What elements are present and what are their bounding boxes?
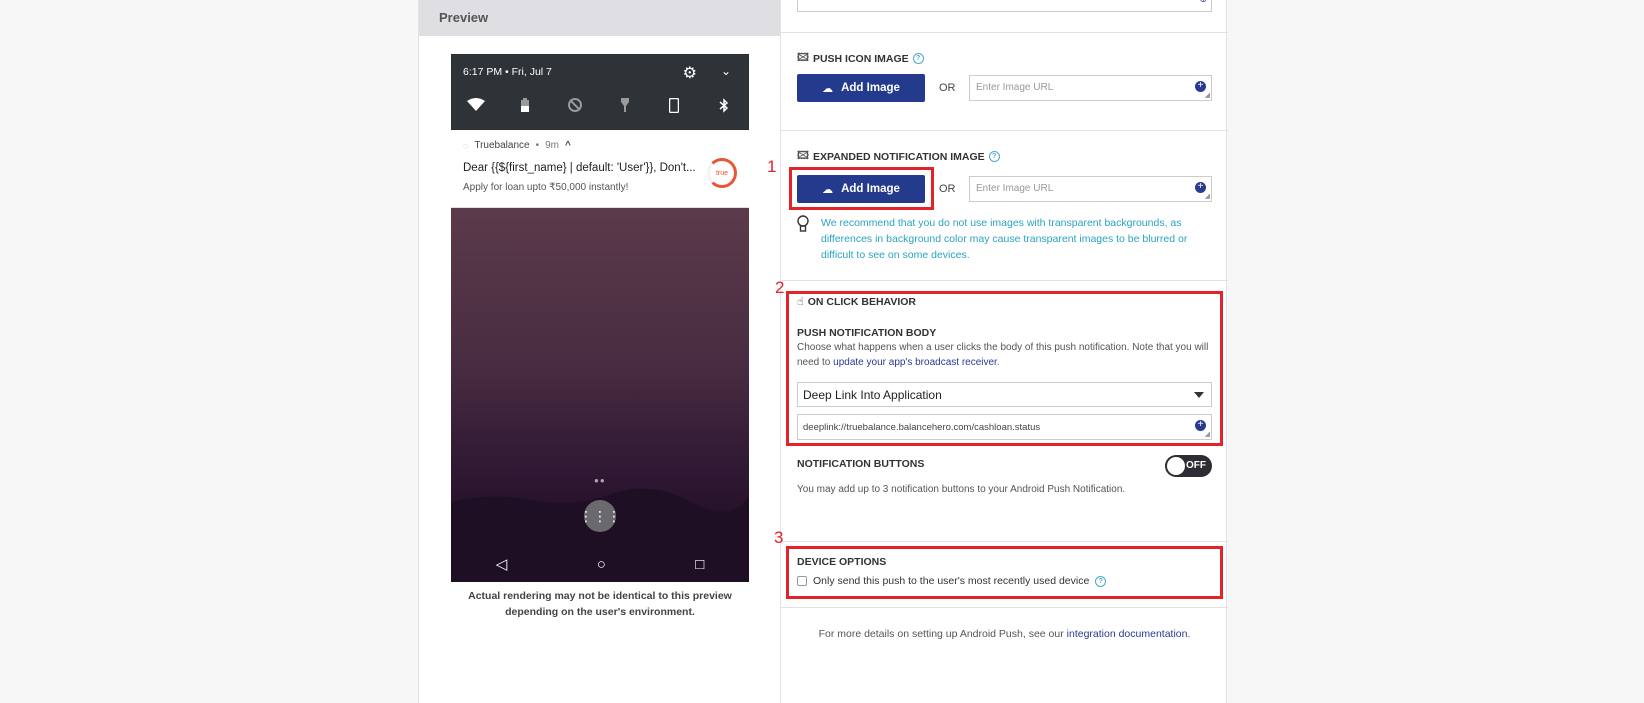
gear-icon: ⚙ xyxy=(682,65,697,82)
annotation-box-2 xyxy=(786,291,1223,446)
notification-buttons-title: NOTIFICATION BUTTONS xyxy=(797,458,925,470)
add-icon: ⊕ xyxy=(1199,0,1207,5)
help-icon[interactable]: ? xyxy=(912,53,924,64)
phone-preview: 6:17 PM • Fri, Jul 7 ⚙ ⌄ ◌ Truebalance •… xyxy=(451,54,749,582)
previous-field[interactable]: ⊕ xyxy=(797,0,1212,12)
tip-text: We recommend that you do not use images … xyxy=(821,217,1188,261)
notification-title: Dear {{${first_name} | default: 'User'}}… xyxy=(463,162,695,174)
bluetooth-icon xyxy=(712,98,736,116)
transparency-tip: We recommend that you do not use images … xyxy=(797,215,1212,263)
or-label: OR xyxy=(939,82,956,94)
quick-settings-row xyxy=(451,97,749,116)
notification-app-row: ◌ Truebalance • 9m ^ xyxy=(463,140,571,151)
divider xyxy=(781,607,1228,608)
divider xyxy=(781,130,1228,131)
push-icon-section-title: 🖾 PUSH ICON IMAGE ? xyxy=(797,49,924,68)
app-small-icon: ◌ xyxy=(463,140,469,151)
footer-note: For more details on setting up Android P… xyxy=(781,628,1228,640)
back-icon: ◁ xyxy=(495,556,508,573)
divider xyxy=(781,280,1228,281)
preview-header: Preview xyxy=(419,0,780,36)
chevron-up-icon: ^ xyxy=(565,140,571,151)
android-nav-bar: ◁ ○ □ xyxy=(451,546,749,582)
app-logo: true xyxy=(707,158,737,188)
push-icon-add-image-button[interactable]: ☁ Add Image xyxy=(797,74,925,102)
annotation-box-1 xyxy=(789,167,934,210)
resize-handle-icon[interactable]: ◢ xyxy=(1205,192,1210,200)
resize-handle-icon[interactable]: ◢ xyxy=(1205,91,1210,99)
data-off-icon xyxy=(563,98,587,116)
divider xyxy=(781,541,1228,542)
annotation-box-3 xyxy=(786,546,1223,599)
url-placeholder: Enter Image URL xyxy=(976,183,1054,194)
or-label: OR xyxy=(939,183,956,195)
expanded-image-title: EXPANDED NOTIFICATION IMAGE xyxy=(812,150,985,163)
cloud-upload-icon: ☁ xyxy=(822,82,834,95)
notification-buttons-desc: You may add up to 3 notification buttons… xyxy=(797,484,1126,495)
phone-icon xyxy=(662,97,686,116)
divider xyxy=(781,32,1228,33)
annotation-number-1: 1 xyxy=(767,157,777,176)
push-icon-title: PUSH ICON IMAGE xyxy=(812,52,909,65)
expanded-image-url-input[interactable]: Enter Image URL + ◢ xyxy=(969,176,1212,202)
preview-disclaimer: Actual rendering may not be identical to… xyxy=(468,590,732,618)
notification-app-name: Truebalance xyxy=(474,140,530,151)
image-icon: 🖾 xyxy=(797,150,809,162)
annotation-number-2: 2 xyxy=(775,278,785,297)
recents-icon: □ xyxy=(695,555,705,573)
expanded-image-section-title: 🖾 EXPANDED NOTIFICATION IMAGE ? xyxy=(797,147,1000,166)
lightbulb-icon xyxy=(797,215,809,263)
annotation-number-3: 3 xyxy=(774,528,784,547)
notification-body: Apply for loan upto ₹50,000 instantly! xyxy=(463,182,629,193)
chevron-down-icon: ⌄ xyxy=(720,64,731,78)
preview-panel: Preview 6:17 PM • Fri, Jul 7 ⚙ ⌄ ◌ Trueb… xyxy=(418,0,780,703)
status-date-separator: • xyxy=(505,66,509,78)
status-time: 6:17 PM xyxy=(463,66,503,78)
integration-docs-link[interactable]: integration documentation xyxy=(1067,628,1188,640)
toggle-knob xyxy=(1167,457,1185,475)
notification-buttons-toggle[interactable]: OFF xyxy=(1165,455,1212,477)
notification-shade: 6:17 PM • Fri, Jul 7 ⚙ ⌄ xyxy=(451,54,749,130)
wifi-icon xyxy=(464,98,488,116)
status-datetime: 6:17 PM • Fri, Jul 7 xyxy=(463,66,552,78)
add-image-label: Add Image xyxy=(841,82,900,94)
push-icon-url-input[interactable]: Enter Image URL + ◢ xyxy=(969,75,1212,101)
image-icon: 🖾 xyxy=(797,52,809,64)
status-date: Fri, Jul 7 xyxy=(511,66,552,78)
page-dots: ●● xyxy=(594,476,606,485)
notification-age: 9m xyxy=(545,140,560,151)
push-notification-card[interactable]: ◌ Truebalance • 9m ^ Dear {{${first_name… xyxy=(451,130,749,208)
app-drawer-icon: ⋮⋮⋮ xyxy=(579,500,621,532)
footer-text: For more details on setting up Android P… xyxy=(818,628,1064,640)
home-icon: ○ xyxy=(596,555,606,573)
battery-icon xyxy=(513,98,537,116)
url-placeholder: Enter Image URL xyxy=(976,82,1054,93)
home-wallpaper: ●● ⋮⋮⋮ ◁ ○ □ xyxy=(451,208,749,582)
flashlight-icon xyxy=(613,98,637,116)
toggle-label: OFF xyxy=(1186,460,1206,471)
footer-end: . xyxy=(1187,628,1191,640)
notification-age-separator: • xyxy=(535,140,540,151)
help-icon[interactable]: ? xyxy=(988,151,1000,162)
